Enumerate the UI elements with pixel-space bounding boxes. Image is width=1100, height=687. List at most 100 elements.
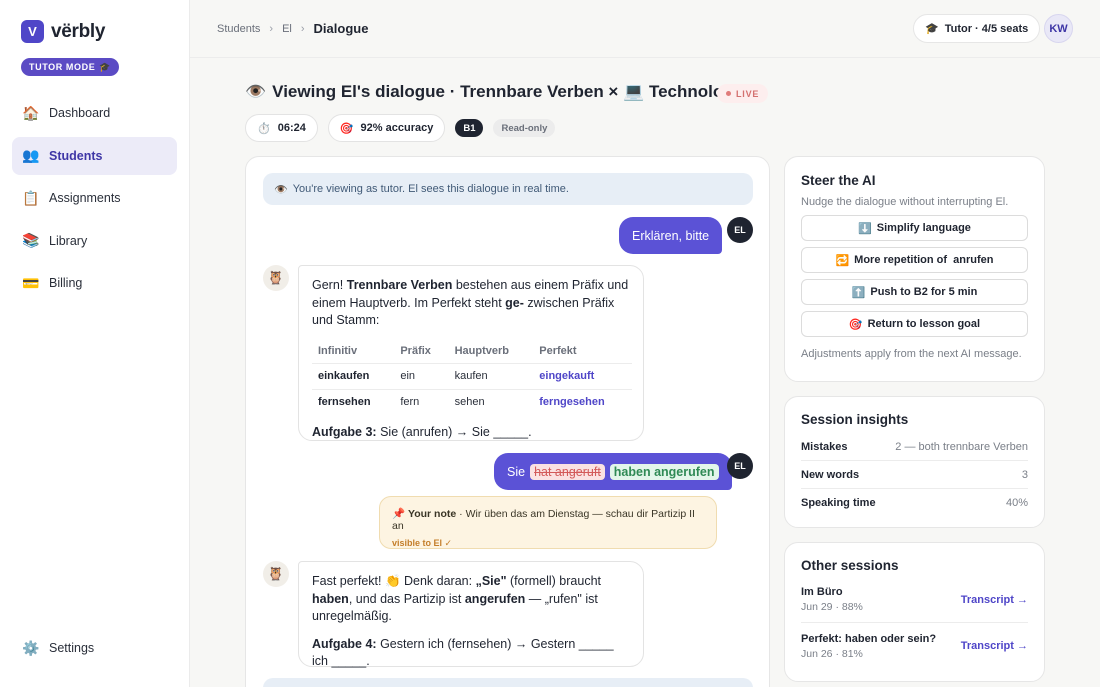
sidebar-item-label: Billing xyxy=(49,276,83,290)
chevron-right-icon: › xyxy=(269,22,274,35)
session-info: Perfekt: haben oder sein? Jun 26 · 81% xyxy=(801,633,936,660)
tutor-note-label: Your note xyxy=(408,508,457,520)
insights-panel: Session insights Mistakes 2 — both trenn… xyxy=(784,396,1045,528)
transcript-link[interactable]: Transcript → xyxy=(961,594,1028,606)
accuracy-value: 92% accuracy xyxy=(360,122,434,134)
button-label: Simplify language xyxy=(876,222,971,234)
session-name: Perfekt: haben oder sein? xyxy=(801,632,937,645)
page-title-text: Viewing El's dialogue · Trennbare Verben… xyxy=(272,82,748,101)
sidebar-item-library[interactable]: 📚 Library xyxy=(12,222,177,260)
table-cell: kaufen xyxy=(448,363,534,391)
sidebar-item-dashboard[interactable]: 🏠 Dashboard xyxy=(12,94,177,132)
steer-subtitle: Nudge the dialogue without interrupting … xyxy=(801,196,1009,208)
exercise-text: Sie (anrufen) → Sie _____. xyxy=(380,424,532,439)
tutor-note-line: 📌 Your note · Wir üben das am Dienstag —… xyxy=(392,507,704,532)
column-header: Hauptverb xyxy=(448,339,534,364)
breadcrumb: Students › El › Dialogue xyxy=(217,21,368,36)
brand-mark-icon: V xyxy=(21,20,44,43)
column-header: Perfekt xyxy=(533,339,632,364)
breadcrumb-student[interactable]: El xyxy=(282,23,292,35)
sidebar-item-label: Students xyxy=(49,148,103,163)
return-to-goal-button[interactable]: 🎯 Return to lesson goal xyxy=(801,311,1028,337)
timer-chip: ⏱️ 06:24 xyxy=(245,114,318,142)
repeat-icon: 🔁 xyxy=(835,254,850,267)
insight-value: 2 — both trennbare Verben xyxy=(895,440,1028,453)
graduation-cap-icon: 🎓 xyxy=(99,61,112,72)
ai-message: Gern! Trennbare Verben bestehen aus eine… xyxy=(298,265,644,441)
gear-icon: ⚙️ xyxy=(22,639,40,656)
insight-label: Speaking time xyxy=(801,497,876,509)
button-label: Return to lesson goal xyxy=(867,318,981,330)
breadcrumb-students[interactable]: Students xyxy=(217,23,260,35)
ai-message-feedback: Fast perfekt! 👏 Denk daran: „Sie" (forme… xyxy=(312,574,601,623)
sidebar-item-assignments[interactable]: 📋 Assignments xyxy=(12,179,177,217)
brand-logo[interactable]: V vërbly xyxy=(21,20,105,43)
push-to-b2-button[interactable]: ⬆️ Push to B2 for 5 min xyxy=(801,279,1028,305)
table-cell: fernsehen xyxy=(318,396,371,409)
table-cell: ferngesehen xyxy=(539,396,605,409)
clipboard-icon: 📋 xyxy=(22,189,40,206)
column-header: Infinitiv xyxy=(312,339,395,364)
table-cell: fern xyxy=(400,396,420,409)
sidebar: V vërbly TUTOR MODE 🎓 🏠 Dashboard 👥 Stud… xyxy=(0,0,190,687)
student-message-text: Erklären, bitte xyxy=(632,228,710,243)
live-dot-icon xyxy=(726,91,731,96)
table-row: fernsehen fern sehen ferngesehen xyxy=(312,390,632,416)
exercise-prompt: Aufgabe 3: Sie (anrufen) → Sie _____. xyxy=(312,424,630,442)
student-avatar: EL xyxy=(727,217,753,243)
tutor-view-banner: 👁️ You're viewing as tutor. El sees this… xyxy=(263,173,753,205)
level-badge: B1 xyxy=(455,119,484,137)
tutor-note[interactable]: 📌 Your note · Wir üben das am Dienstag —… xyxy=(379,496,717,549)
table-cell: einkaufen xyxy=(312,363,395,391)
other-sessions-panel: Other sessions Im Büro Jun 29 · 88% Tran… xyxy=(784,542,1045,682)
list-item[interactable]: Perfekt: haben oder sein? Jun 26 · 81% T… xyxy=(801,623,1028,669)
steer-title: Steer the AI xyxy=(801,173,876,188)
timer-value: 06:24 xyxy=(277,122,306,134)
session-stats: ⏱️ 06:24 🎯 92% accuracy B1 Read-only xyxy=(245,114,556,142)
target-icon: 🎯 xyxy=(848,318,863,331)
sidebar-item-students[interactable]: 👥 Students xyxy=(12,136,177,175)
sidebar-item-label: Assignments xyxy=(49,191,121,205)
session-name: Im Büro xyxy=(801,586,843,598)
table-header-row: Infinitiv Präfix Hauptverb Perfekt xyxy=(312,339,632,364)
table-cell: eingekauft xyxy=(533,363,632,391)
sidebar-item-settings[interactable]: ⚙️ Settings xyxy=(12,629,177,667)
table-cell: sehen xyxy=(454,396,485,409)
student-message: Erklären, bitte xyxy=(619,217,723,254)
typing-indicator-bar xyxy=(263,678,753,687)
transcript-link[interactable]: Transcript → xyxy=(961,640,1028,652)
ai-message-intro: Gern! Trennbare Verben bestehen aus eine… xyxy=(312,278,629,327)
books-icon: 📚 xyxy=(22,232,40,248)
list-item[interactable]: Im Büro Jun 29 · 88% Transcript → xyxy=(801,577,1028,623)
insight-label: New words xyxy=(801,468,860,481)
live-label: LIVE xyxy=(736,88,760,99)
tutor-mode-label: TUTOR MODE xyxy=(29,62,96,72)
steer-footer: Adjustments apply from the next AI messa… xyxy=(801,348,1022,360)
session-meta: Jun 26 · 81% xyxy=(801,647,863,660)
credit-card-icon: 💳 xyxy=(22,274,40,291)
people-icon: 👥 xyxy=(22,147,40,163)
live-badge: LIVE xyxy=(717,84,769,103)
sidebar-item-label: Library xyxy=(49,233,88,248)
sidebar-nav: 🏠 Dashboard 👥 Students 📋 Assignments 📚 L… xyxy=(12,94,177,307)
session-info: Im Büro Jun 29 · 88% xyxy=(801,586,863,613)
eye-icon: 👁️ xyxy=(274,183,288,196)
breadcrumb-current: Dialogue xyxy=(313,21,369,36)
page-title: 👁️ Viewing El's dialogue · Trennbare Ver… xyxy=(245,82,748,102)
topbar-divider xyxy=(190,57,1100,58)
steer-actions: ⬇️ Simplify language 🔁 More repetition o… xyxy=(801,215,1028,337)
button-label: Push to B2 for 5 min xyxy=(870,286,978,298)
simplify-language-button[interactable]: ⬇️ Simplify language xyxy=(801,215,1028,241)
insights-title: Session insights xyxy=(801,412,909,427)
user-avatar[interactable]: KW xyxy=(1044,14,1073,43)
insight-row: Speaking time 40% xyxy=(801,489,1028,517)
tutor-mode-badge: TUTOR MODE 🎓 xyxy=(21,58,120,76)
seats-badge[interactable]: 🎓 Tutor · 4/5 seats xyxy=(913,14,1041,43)
target-icon: 🎯 xyxy=(339,122,354,135)
sidebar-item-billing[interactable]: 💳 Billing xyxy=(12,264,177,302)
more-repetition-button[interactable]: 🔁 More repetition of anrufen xyxy=(801,247,1028,273)
sessions-title: Other sessions xyxy=(801,558,899,573)
accuracy-chip: 🎯 92% accuracy xyxy=(327,114,446,142)
dialogue-panel[interactable]: 👁️ You're viewing as tutor. El sees this… xyxy=(245,156,770,687)
owl-icon: 🦉 xyxy=(263,265,289,291)
